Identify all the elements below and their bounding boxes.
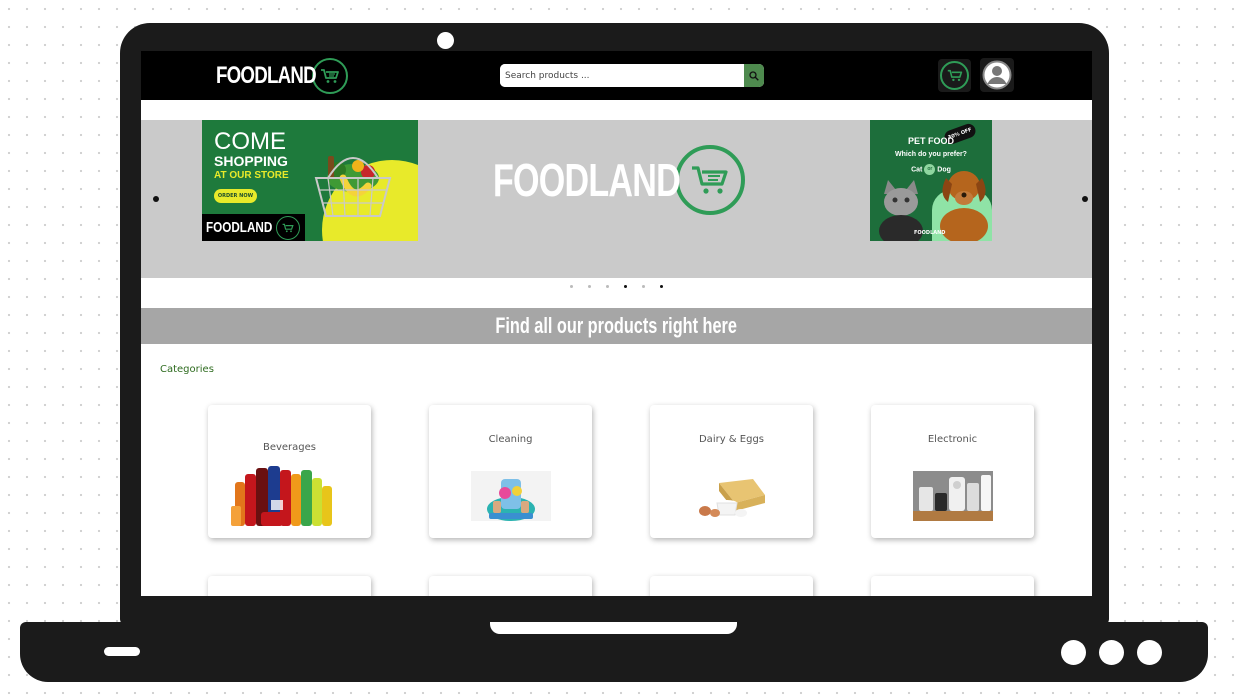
order-now-button[interactable]: ORDER NOW [214,189,257,203]
laptop-dot [1137,640,1162,665]
user-button[interactable] [980,58,1014,92]
category-card-dairy-eggs[interactable]: Dairy & Eggs [650,405,813,538]
header: FOODLAND [141,51,1092,100]
products-banner: Find all our products right here [141,308,1092,344]
carousel-prev-button[interactable] [153,196,159,202]
search-bar [500,64,764,87]
carousel-indicator[interactable] [642,285,645,288]
category-card-electronic[interactable]: Electronic [871,405,1034,538]
category-card-beverages[interactable]: Beverages [208,405,371,538]
laptop-dot [1099,640,1124,665]
banner-brand-name: FOODLAND [914,230,946,236]
cart-icon [940,61,969,90]
carousel-indicators [141,285,1092,291]
user-icon [982,60,1012,90]
banner-subheading: Which do you prefer? [895,151,967,158]
promo-banner-pet-food[interactable]: 30% OFF PET FOOD Which do you prefer? Ca… [870,120,992,241]
banner-tagline: AT OUR STORE [214,170,289,181]
category-title: Dairy & Eggs [698,434,764,445]
cart-logo-icon [675,145,745,215]
carousel-indicator-active[interactable] [624,285,627,288]
laptop-dot [1061,640,1086,665]
cleaning-image [471,471,551,521]
banner-heading: PET FOOD [907,136,954,146]
camera [437,32,454,49]
products-banner-text: Find all our products right here [495,313,738,338]
category-card[interactable] [650,576,813,596]
grocery-basket-image [314,156,392,217]
electronic-image [913,471,993,521]
screen: FOODLAND Search products ... COME SHOPPI… [141,51,1092,596]
carousel-indicator[interactable] [606,285,609,288]
beverages-image [231,466,332,526]
category-card[interactable] [208,576,371,596]
search-input[interactable] [500,64,744,87]
category-title: Cleaning [488,434,533,445]
carousel-brand-name: FOODLAND [493,154,681,206]
carousel-indicator[interactable] [588,285,591,288]
category-card[interactable] [871,576,1034,596]
category-card[interactable] [429,576,592,596]
carousel-indicator[interactable] [660,285,663,288]
choice-or: or [924,164,936,175]
cart-logo-icon [276,215,300,240]
search-icon [749,70,759,81]
laptop-notch [490,622,737,634]
categories-heading: Categories [160,364,214,375]
banner-heading: COME [214,128,286,155]
choice-cat: Cat [911,166,923,174]
brand[interactable]: FOODLAND [216,57,348,94]
search-button[interactable] [744,64,764,87]
category-title: Beverages [262,442,317,453]
promo-banner-shopping[interactable]: COME SHOPPING AT OUR STORE ORDER NOW FOO… [202,120,418,241]
cart-button[interactable] [938,59,971,92]
dairy-eggs-image [699,479,765,517]
hero-carousel: COME SHOPPING AT OUR STORE ORDER NOW FOO… [141,120,1092,278]
banner-brand-name: FOODLAND [206,219,273,236]
carousel-next-button[interactable] [1082,196,1088,202]
cart-logo-icon [312,57,348,94]
brand-name: FOODLAND [216,61,317,89]
banner-brand: FOODLAND [202,214,305,241]
carousel-indicator[interactable] [570,285,573,288]
category-title: Electronic [927,434,978,445]
category-card-cleaning[interactable]: Cleaning [429,405,592,538]
banner-subheading: SHOPPING [214,153,288,169]
carousel-brand: FOODLAND [493,145,745,215]
laptop-slot [104,647,140,656]
